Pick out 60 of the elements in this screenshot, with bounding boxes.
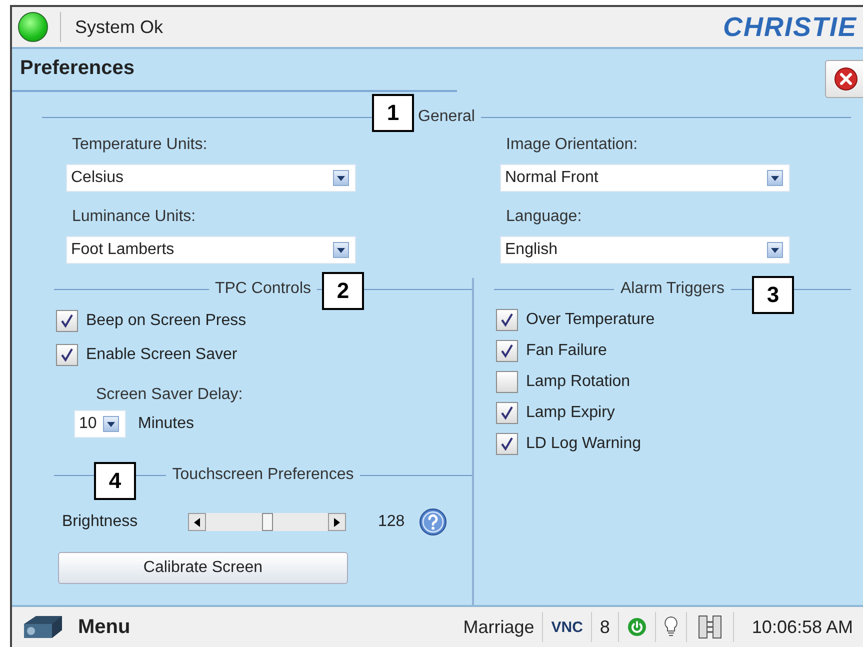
callout-number: 3 — [752, 276, 794, 314]
field-label: Luminance Units: — [71, 207, 197, 227]
dropdown-field[interactable]: English — [500, 236, 790, 264]
light-bulb-icon[interactable] — [664, 616, 678, 638]
group-heading: TPC Controls — [214, 280, 312, 298]
dropdown-field[interactable]: Normal Front — [500, 164, 790, 192]
checkbox[interactable] — [496, 432, 518, 454]
logo: CHRISTIE — [722, 12, 857, 42]
connection-count: 8 — [592, 612, 619, 642]
callout-number: 2 — [322, 272, 364, 310]
status-light-icon — [18, 12, 48, 42]
close-icon — [834, 67, 858, 91]
group-heading: Touchscreen Preferences — [172, 466, 354, 484]
calibrate-screen-button[interactable]: Calibrate Screen — [58, 552, 348, 584]
field-label: Language: — [505, 207, 583, 227]
menu-button[interactable]: Menu — [78, 616, 130, 638]
callout-number: 4 — [94, 462, 136, 500]
field-label: Screen Saver Delay: — [96, 386, 244, 404]
checkbox-option[interactable]: Enable Screen Saver — [56, 338, 472, 372]
status-text: System Ok — [75, 16, 164, 38]
user-name: Marriage — [455, 612, 544, 642]
unit-label: Minutes — [138, 415, 194, 433]
checkmark-icon — [499, 436, 515, 452]
field-label: Image Orientation: — [505, 135, 639, 155]
group-heading: General — [418, 108, 475, 126]
power-icon[interactable] — [626, 617, 647, 637]
checkmark-icon — [499, 404, 515, 420]
checkbox[interactable] — [496, 402, 518, 424]
slider-value: 128 — [378, 513, 405, 531]
callout-number: 1 — [372, 94, 414, 132]
field-label: Temperature Units: — [71, 135, 208, 155]
checkbox[interactable] — [496, 308, 518, 330]
help-icon[interactable] — [418, 508, 447, 536]
checkbox-option[interactable]: Lamp Rotation — [496, 366, 851, 397]
slider-label: Brightness — [62, 513, 139, 531]
checkmark-icon — [499, 312, 515, 328]
vnc-indicator: VNC — [543, 612, 592, 642]
checkmark-icon — [59, 313, 75, 329]
left-arrow-icon — [194, 518, 200, 526]
scroll-right-button[interactable] — [328, 513, 346, 531]
scroll-left-button[interactable] — [188, 513, 206, 531]
checkbox-option[interactable]: Lamp Expiry — [496, 397, 851, 428]
right-arrow-icon — [334, 518, 340, 526]
checkbox[interactable] — [496, 370, 518, 392]
slider-thumb[interactable] — [262, 513, 273, 531]
projector-icon[interactable] — [22, 614, 64, 640]
group-heading: Alarm Triggers — [620, 280, 725, 298]
checkbox[interactable] — [496, 340, 518, 362]
dropdown-field[interactable]: 10 — [74, 410, 126, 438]
checkbox[interactable] — [56, 310, 78, 332]
checkbox-option[interactable]: Fan Failure — [496, 335, 851, 366]
panel-title: Preferences — [20, 56, 135, 80]
checkbox-option[interactable]: LD Log Warning — [496, 428, 851, 459]
checkbox[interactable] — [56, 344, 78, 366]
clock-time: 10:06:58 AM — [752, 616, 853, 638]
close-button[interactable] — [825, 60, 863, 98]
dropdown-field[interactable]: Foot Lamberts — [66, 236, 356, 264]
checkmark-icon — [59, 347, 75, 363]
checkmark-icon — [499, 342, 515, 358]
dropdown-field[interactable]: Celsius — [66, 164, 356, 192]
